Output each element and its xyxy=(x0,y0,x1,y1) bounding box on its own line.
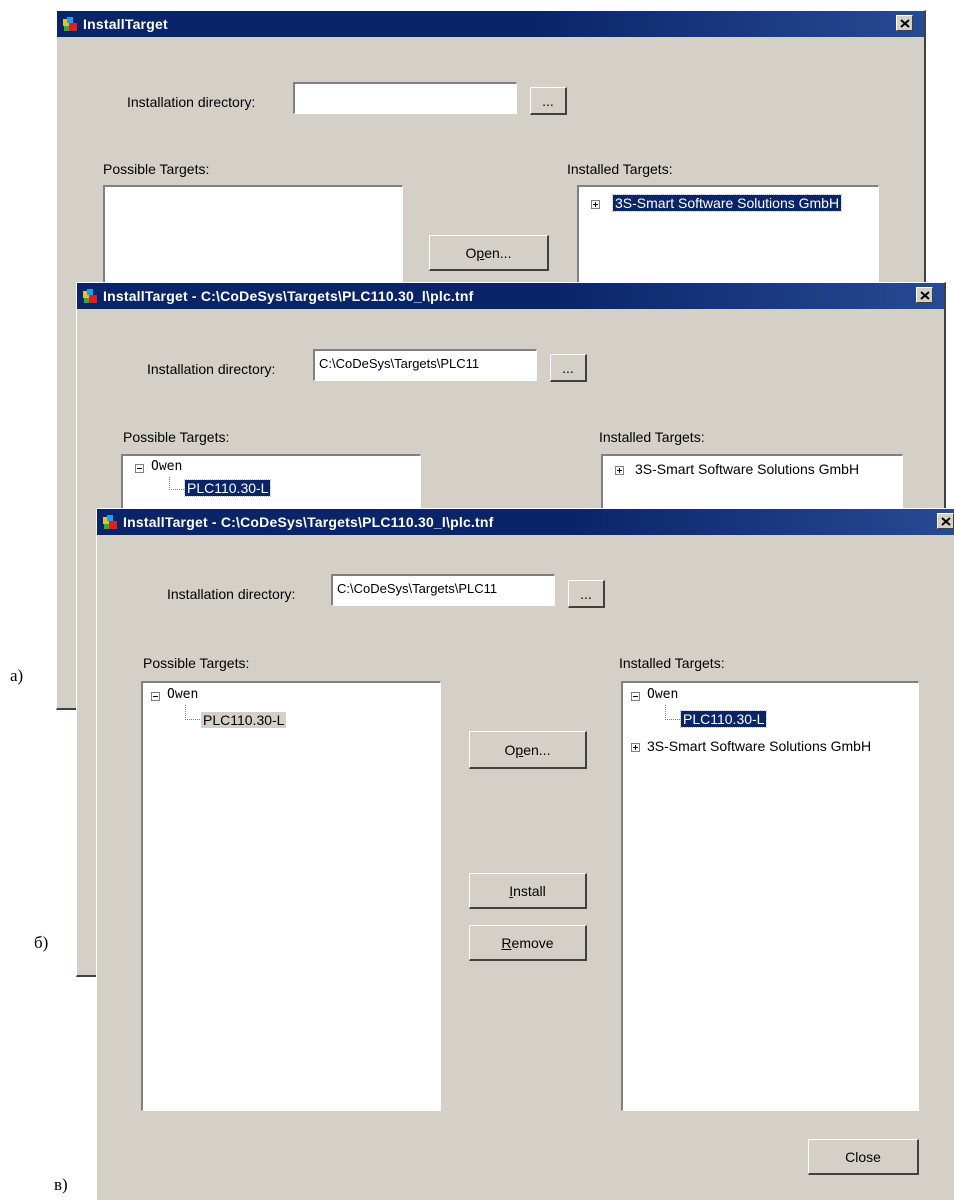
close-x-icon xyxy=(900,19,910,28)
dialog-b-install-dir-input[interactable]: C:\CoDeSys\Targets\PLC11 xyxy=(313,349,537,381)
open-label-pre: O xyxy=(504,741,516,758)
caption-b: б) xyxy=(34,933,49,952)
dialog-c-possible-child[interactable]: PLC110.30-L xyxy=(201,712,287,728)
dialog-c-possible-label: Possible Targets: xyxy=(143,655,250,671)
install-target-icon xyxy=(102,514,118,530)
dialog-c-open-button[interactable]: Op en... xyxy=(469,731,587,769)
close-x-icon xyxy=(920,291,930,300)
dialog-b-installed-label: Installed Targets: xyxy=(599,429,705,445)
expand-plus-icon[interactable] xyxy=(591,200,600,209)
tree-connector xyxy=(665,705,680,720)
dialog-b-browse-button[interactable]: ... xyxy=(550,354,587,382)
dialog-a-open-button[interactable]: Op en... xyxy=(429,235,549,271)
collapse-minus-icon[interactable] xyxy=(631,692,640,701)
dialog-c-installed-parent[interactable]: Owen xyxy=(647,687,678,702)
dialog-c-installed-tree[interactable]: Owen PLC110.30-L 3S-Smart Software Solut… xyxy=(621,681,919,1111)
dialog-c-remove-button[interactable]: Remove xyxy=(469,925,587,961)
dialog-b-installed-item[interactable]: 3S-Smart Software Solutions GmbH xyxy=(635,461,859,477)
open-label-pre: O xyxy=(465,244,477,261)
open-label-mnemonic: p xyxy=(515,741,524,758)
dialog-a-close-button[interactable] xyxy=(896,15,913,31)
dialog-a-titlebar[interactable]: InstallTarget xyxy=(57,11,924,37)
open-label-mnemonic: p xyxy=(476,244,485,261)
dialog-c-titlebar[interactable]: InstallTarget - C:\CoDeSys\Targets\PLC11… xyxy=(97,509,954,535)
open-label-post: en... xyxy=(484,244,512,261)
dialog-c-close-button[interactable] xyxy=(937,513,954,529)
dialog-c: InstallTarget - C:\CoDeSys\Targets\PLC11… xyxy=(96,508,954,1200)
caption-a: а) xyxy=(10,666,24,685)
dialog-a-title: InstallTarget xyxy=(83,16,168,32)
dialog-c-install-dir-label: Installation directory: xyxy=(167,586,296,602)
install-target-icon xyxy=(82,288,98,304)
collapse-minus-icon[interactable] xyxy=(135,464,144,473)
dialog-a-browse-button[interactable]: ... xyxy=(530,87,567,115)
dialog-b-possible-label: Possible Targets: xyxy=(123,429,230,445)
dialog-c-install-button[interactable]: Install xyxy=(469,873,587,909)
expand-plus-icon[interactable] xyxy=(615,466,624,475)
install-target-icon xyxy=(62,16,78,32)
dialog-b-titlebar[interactable]: InstallTarget - C:\CoDeSys\Targets\PLC11… xyxy=(77,283,944,309)
dialog-a-installed-label: Installed Targets: xyxy=(567,161,673,177)
remove-label-post: emove xyxy=(511,934,554,951)
tree-connector xyxy=(185,705,200,720)
dialog-a-installed-item[interactable]: 3S-Smart Software Solutions GmbH xyxy=(611,194,843,212)
caption-c: в) xyxy=(54,1175,68,1194)
dialog-c-title: InstallTarget - C:\CoDeSys\Targets\PLC11… xyxy=(123,514,494,530)
tree-connector xyxy=(169,477,184,490)
dialog-a-install-dir-label: Installation directory: xyxy=(127,94,256,110)
dialog-c-browse-button[interactable]: ... xyxy=(568,580,605,608)
dialog-c-possible-parent[interactable]: Owen xyxy=(167,687,198,702)
dialog-b-title: InstallTarget - C:\CoDeSys\Targets\PLC11… xyxy=(103,288,474,304)
expand-plus-icon[interactable] xyxy=(631,743,640,752)
dialog-c-close-dialog-button[interactable]: Close xyxy=(808,1139,919,1175)
dialog-c-install-dir-input[interactable]: C:\CoDeSys\Targets\PLC11 xyxy=(331,574,555,606)
collapse-minus-icon[interactable] xyxy=(151,692,160,701)
dialog-a-possible-label: Possible Targets: xyxy=(103,161,210,177)
open-label-post: en... xyxy=(523,741,551,758)
dialog-c-possible-tree[interactable]: Owen PLC110.30-L xyxy=(141,681,441,1111)
dialog-b-install-dir-label: Installation directory: xyxy=(147,361,276,377)
dialog-c-installed-other[interactable]: 3S-Smart Software Solutions GmbH xyxy=(647,738,871,754)
dialog-c-installed-child[interactable]: PLC110.30-L xyxy=(679,710,768,728)
close-x-icon xyxy=(941,517,951,526)
dialog-b-close-button[interactable] xyxy=(916,287,933,303)
dialog-b-tree-parent[interactable]: Owen xyxy=(151,459,182,474)
dialog-b-tree-child[interactable]: PLC110.30-L xyxy=(183,479,272,497)
install-label-post: nstall xyxy=(513,882,546,899)
dialog-c-installed-label: Installed Targets: xyxy=(619,655,725,671)
dialog-a-install-dir-input[interactable] xyxy=(293,82,517,114)
remove-label-mnemonic: R xyxy=(501,934,512,951)
